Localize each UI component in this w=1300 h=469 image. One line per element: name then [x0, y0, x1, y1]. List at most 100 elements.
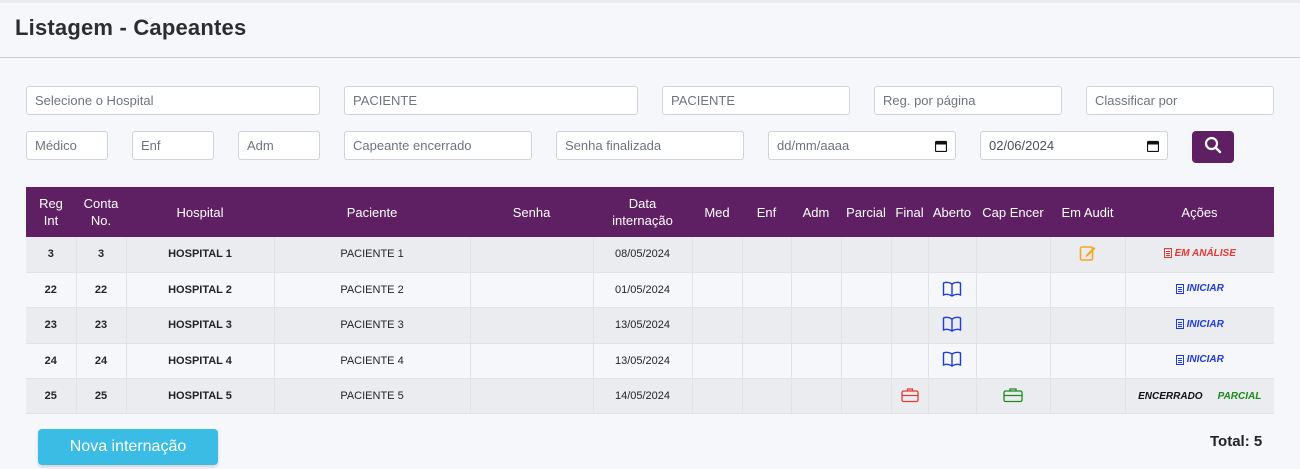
- paciente-input-2[interactable]: PACIENTE: [662, 86, 850, 115]
- cell-conta: 25: [76, 378, 127, 415]
- em-analise-action[interactable]: EM ANÁLISE: [1163, 247, 1236, 259]
- cell-reg: 23: [26, 307, 77, 344]
- cell-med: [692, 272, 743, 309]
- header-parcial[interactable]: Parcial: [841, 187, 891, 237]
- table-row: 22 22 HOSPITAL 2 PACIENTE 2 01/05/2024 I: [26, 272, 1274, 309]
- adm-input[interactable]: Adm: [238, 131, 320, 160]
- cell-enf: [742, 237, 792, 273]
- senha-finalizada-select[interactable]: Senha finalizada: [556, 131, 744, 160]
- header-cap-encer[interactable]: Cap Encer: [976, 187, 1050, 237]
- cell-adm: [791, 237, 842, 273]
- paciente-input-1[interactable]: PACIENTE: [344, 86, 638, 115]
- cell-final: [891, 343, 929, 380]
- action-label: INICIAR: [1186, 354, 1224, 366]
- calendar-icon[interactable]: [935, 140, 947, 152]
- cell-parcial: [841, 272, 892, 309]
- cell-final: [891, 307, 929, 344]
- header-hospital[interactable]: Hospital: [126, 187, 274, 237]
- cell-cap-encer: [976, 378, 1051, 415]
- cell-acoes: INICIAR: [1125, 272, 1274, 309]
- cell-adm: [791, 378, 842, 415]
- cell-aberto: [928, 237, 977, 273]
- cell-senha: [470, 307, 594, 344]
- briefcase-icon[interactable]: [1003, 388, 1023, 406]
- header-reg-int[interactable]: Reg Int: [26, 187, 76, 237]
- cell-enf: [742, 378, 792, 415]
- search-icon: [1204, 136, 1222, 159]
- cell-paciente: PACIENTE 4: [274, 343, 471, 380]
- cell-hospital: HOSPITAL 3: [126, 307, 275, 344]
- edit-icon[interactable]: [1079, 246, 1097, 265]
- cell-hospital: HOSPITAL 1: [126, 237, 275, 273]
- hospital-select[interactable]: Selecione o Hospital: [26, 86, 320, 115]
- cell-aberto: [928, 307, 977, 344]
- cell-acoes: INICIAR: [1125, 343, 1274, 380]
- cell-paciente: PACIENTE 2: [274, 272, 471, 309]
- cell-parcial: [841, 343, 892, 380]
- total-count: Total: 5: [1210, 433, 1263, 450]
- enf-input[interactable]: Enf: [132, 131, 214, 160]
- cell-paciente: PACIENTE 5: [274, 378, 471, 415]
- cell-aberto: [928, 343, 977, 380]
- classificar-select[interactable]: Classificar por: [1086, 86, 1274, 115]
- capeante-encerrado-select[interactable]: Capeante encerrado: [344, 131, 532, 160]
- header-data[interactable]: Data internação: [593, 187, 692, 237]
- cell-med: [692, 343, 743, 380]
- cell-hospital: HOSPITAL 2: [126, 272, 275, 309]
- cell-enf: [742, 343, 792, 380]
- cell-enf: [742, 272, 792, 309]
- briefcase-icon[interactable]: [900, 388, 919, 406]
- cell-data: 13/05/2024: [593, 343, 693, 380]
- cell-med: [692, 378, 743, 415]
- nova-internacao-button[interactable]: Nova internação: [38, 429, 218, 465]
- cell-em-audit: [1050, 307, 1126, 344]
- header-acoes: Ações: [1125, 187, 1274, 237]
- cell-cap-encer: [976, 272, 1051, 309]
- open-book-icon[interactable]: [942, 352, 962, 370]
- cell-conta: 24: [76, 343, 127, 380]
- calendar-icon[interactable]: [1147, 140, 1159, 152]
- cell-conta: 3: [76, 237, 127, 273]
- open-book-icon[interactable]: [942, 316, 962, 335]
- iniciar-action[interactable]: INICIAR: [1175, 283, 1224, 294]
- medico-input[interactable]: Médico: [26, 131, 108, 160]
- cell-reg: 3: [26, 237, 77, 273]
- header-paciente[interactable]: Paciente: [274, 187, 470, 237]
- iniciar-action[interactable]: INICIAR: [1175, 318, 1224, 330]
- cell-final: [891, 272, 929, 309]
- cell-paciente: PACIENTE 3: [274, 307, 471, 344]
- header-final[interactable]: Final: [891, 187, 928, 237]
- table-row: 24 24 HOSPITAL 4 PACIENTE 4 13/05/2024 I: [26, 343, 1274, 380]
- header-senha[interactable]: Senha: [470, 187, 593, 237]
- header-med[interactable]: Med: [692, 187, 742, 237]
- encerrado-action[interactable]: ENCERRADO: [1138, 391, 1202, 402]
- top-bar: [0, 0, 1300, 3]
- header-em-audit[interactable]: Em Audit: [1050, 187, 1125, 237]
- cell-med: [692, 307, 743, 344]
- iniciar-action[interactable]: INICIAR: [1175, 354, 1224, 366]
- search-button[interactable]: [1192, 131, 1234, 163]
- parcial-action[interactable]: PARCIAL: [1218, 391, 1262, 402]
- cell-cap-encer: [976, 237, 1051, 273]
- open-book-icon[interactable]: [942, 281, 962, 300]
- cell-cap-encer: [976, 343, 1051, 380]
- table-header: Reg Int Conta No. Hospital Paciente Senha …: [26, 187, 1274, 237]
- action-label: INICIAR: [1186, 318, 1224, 330]
- header-conta[interactable]: Conta No.: [76, 187, 126, 237]
- cell-senha: [470, 237, 594, 273]
- document-icon: [1175, 354, 1184, 365]
- header-enf[interactable]: Enf: [742, 187, 791, 237]
- capeantes-table: Reg Int Conta No. Hospital Paciente Senha …: [26, 187, 1274, 415]
- cell-em-audit: [1050, 237, 1126, 273]
- cell-senha: [470, 343, 594, 380]
- reg-por-pagina-select[interactable]: Reg. por página: [874, 86, 1062, 115]
- date-to-input[interactable]: 02/06/2024: [980, 131, 1168, 160]
- header-aberto[interactable]: Aberto: [928, 187, 976, 237]
- date-from-input[interactable]: dd/mm/aaaa: [768, 131, 956, 160]
- action-label: EM ANÁLISE: [1174, 247, 1236, 259]
- document-icon: [1163, 248, 1172, 259]
- header-adm[interactable]: Adm: [791, 187, 841, 237]
- cell-adm: [791, 272, 842, 309]
- header-label: No.: [90, 213, 112, 228]
- cell-em-audit: [1050, 272, 1126, 309]
